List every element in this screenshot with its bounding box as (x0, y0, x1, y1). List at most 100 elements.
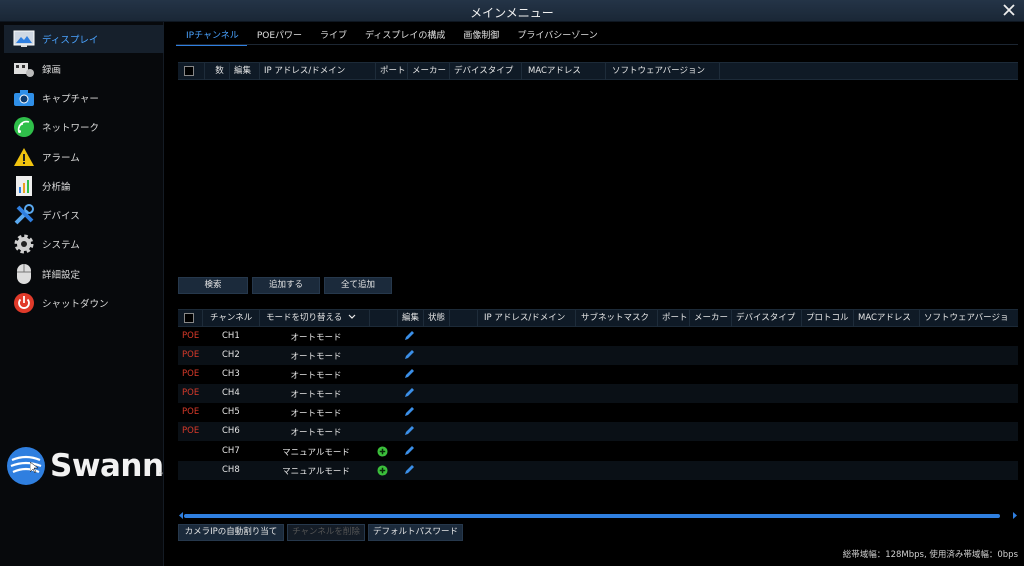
power-icon (12, 291, 36, 315)
gear-icon (12, 232, 36, 256)
delete-channel-button[interactable]: チャンネルを削除 (287, 524, 365, 541)
channel-name: CH1 (222, 331, 240, 341)
channel-row-ch2[interactable]: POE CH2 オートモード (178, 346, 1018, 365)
poe-label: POE (182, 388, 200, 398)
sidebar-item-system[interactable]: システム (4, 230, 164, 258)
channel-mode[interactable]: オートモード (260, 388, 372, 400)
sidebar-item-label: 分析論 (42, 182, 71, 193)
tab-image-control[interactable]: 画像制御 (453, 26, 507, 44)
search-table-header: 数 編集 IP アドレス/ドメイン ポート メーカー デバイスタイプ MACアド… (178, 62, 1018, 80)
network-icon (12, 115, 36, 139)
channel-mode[interactable]: オートモード (260, 369, 372, 381)
channel-row-ch4[interactable]: POE CH4 オートモード (178, 384, 1018, 403)
mouse-icon (12, 262, 36, 286)
pencil-icon[interactable] (403, 445, 415, 457)
channel-select-all-checkbox[interactable] (184, 313, 194, 323)
sidebar-item-network[interactable]: ネットワーク (4, 113, 164, 141)
pencil-icon[interactable] (403, 368, 415, 380)
channel-row-ch8[interactable]: CH8 マニュアルモード (178, 461, 1018, 480)
tab-poe-power[interactable]: POEパワー (247, 26, 310, 44)
channel-row-ch1[interactable]: POE CH1 オートモード (178, 327, 1018, 346)
mouse-cursor-icon (30, 462, 38, 474)
sidebar-item-display[interactable]: ディスプレイ (4, 25, 164, 53)
channel-mode[interactable]: オートモード (260, 350, 372, 362)
col-edit: 編集 (230, 63, 260, 80)
close-icon[interactable] (1000, 1, 1018, 19)
pencil-icon[interactable] (403, 425, 415, 437)
col-device-type: デバイスタイプ (450, 63, 522, 80)
add-button[interactable]: 追加する (252, 277, 320, 294)
select-all-checkbox[interactable] (184, 66, 194, 76)
scroll-right-icon[interactable] (1012, 512, 1018, 519)
tab-divider (176, 44, 1018, 45)
tab-ip-channel[interactable]: IPチャンネル (176, 26, 247, 46)
tab-privacy-zone[interactable]: プライバシーゾーン (507, 26, 605, 44)
sidebar-item-device[interactable]: デバイス (4, 201, 164, 229)
window-title: メインメニュー (470, 6, 554, 20)
col-mac: MACアドレス (522, 63, 606, 80)
poe-label: POE (182, 331, 200, 341)
channel-name: CH5 (222, 407, 240, 417)
add-circle-icon[interactable] (377, 446, 388, 457)
col-subnet-mask: サブネットマスク (576, 310, 658, 327)
col-software-version: ソフトウェアバージョ (924, 313, 1009, 323)
poe-label: POE (182, 350, 200, 360)
channel-mode[interactable]: オートモード (260, 407, 372, 419)
sidebar-item-shutdown[interactable]: シャットダウン (4, 289, 164, 317)
tab-live[interactable]: ライブ (310, 26, 355, 44)
col-port: ポート (376, 63, 408, 80)
sidebar-item-label: 録画 (42, 65, 62, 76)
sidebar-item-capture[interactable]: キャプチャー (4, 84, 164, 112)
sidebar-item-advanced[interactable]: 詳細設定 (4, 260, 164, 288)
add-all-button[interactable]: 全て追加 (324, 277, 392, 294)
horizontal-scrollbar[interactable] (178, 512, 1018, 519)
bandwidth-status: 総帯域幅：128Mbps, 使用済み帯域幅：0bps (842, 550, 1018, 560)
pencil-icon[interactable] (403, 464, 415, 476)
channel-row-ch3[interactable]: POE CH3 オートモード (178, 365, 1018, 384)
sidebar-item-label: ネットワーク (42, 123, 100, 134)
col-switch-mode-label: モードを切り替える (266, 313, 343, 323)
sidebar-item-record[interactable]: 録画 (4, 55, 164, 83)
col-maker: メーカー (690, 310, 732, 327)
channel-name: CH2 (222, 350, 240, 360)
sidebar-item-alarm[interactable]: アラーム (4, 143, 164, 171)
channel-row-ch6[interactable]: POE CH6 オートモード (178, 422, 1018, 441)
channel-mode[interactable]: オートモード (260, 426, 372, 438)
tab-display-config[interactable]: ディスプレイの構成 (355, 26, 453, 44)
sidebar-item-label: デバイス (42, 211, 80, 222)
camera-icon (12, 86, 36, 110)
scrollbar-thumb[interactable] (184, 514, 1000, 518)
col-mac: MACアドレス (854, 310, 920, 327)
col-edit: 編集 (398, 310, 424, 327)
pencil-icon[interactable] (403, 349, 415, 361)
record-icon (12, 57, 36, 81)
col-maker: メーカー (408, 63, 450, 80)
col-device-type: デバイスタイプ (732, 310, 802, 327)
poe-label: POE (182, 426, 200, 436)
pencil-icon[interactable] (403, 330, 415, 342)
channel-mode[interactable]: マニュアルモード (260, 465, 372, 477)
channel-row-ch5[interactable]: POE CH5 オートモード (178, 403, 1018, 422)
sidebar-item-label: シャットダウン (42, 299, 109, 310)
channel-table-header: チャンネル モードを切り替える 編集 状態 IP アドレス/ドメイン サブネット… (178, 309, 1018, 327)
col-channel: チャンネル (204, 310, 260, 327)
channel-mode[interactable]: オートモード (260, 331, 372, 343)
channel-name: CH4 (222, 388, 240, 398)
sidebar-item-analytics[interactable]: 分析論 (4, 172, 164, 200)
col-switch-mode[interactable]: モードを切り替える (260, 310, 370, 327)
pencil-icon[interactable] (403, 406, 415, 418)
default-password-button[interactable]: デフォルトパスワード (368, 524, 463, 541)
pencil-icon[interactable] (403, 387, 415, 399)
add-circle-icon[interactable] (377, 465, 388, 476)
channel-row-ch7[interactable]: CH7 マニュアルモード (178, 442, 1018, 461)
channel-mode[interactable]: マニュアルモード (260, 446, 372, 458)
alarm-icon (12, 145, 36, 169)
auto-assign-ip-button[interactable]: カメラIPの自動割り当て (178, 524, 284, 541)
sidebar-item-label: システム (42, 240, 80, 251)
col-software-version: ソフトウェアバージョン (606, 63, 720, 80)
swann-logo-text: Swann (50, 448, 164, 484)
sidebar-item-label: アラーム (42, 153, 80, 164)
device-icon (12, 203, 36, 227)
search-button[interactable]: 検索 (178, 277, 248, 294)
swann-logo-mark-icon (7, 447, 45, 485)
